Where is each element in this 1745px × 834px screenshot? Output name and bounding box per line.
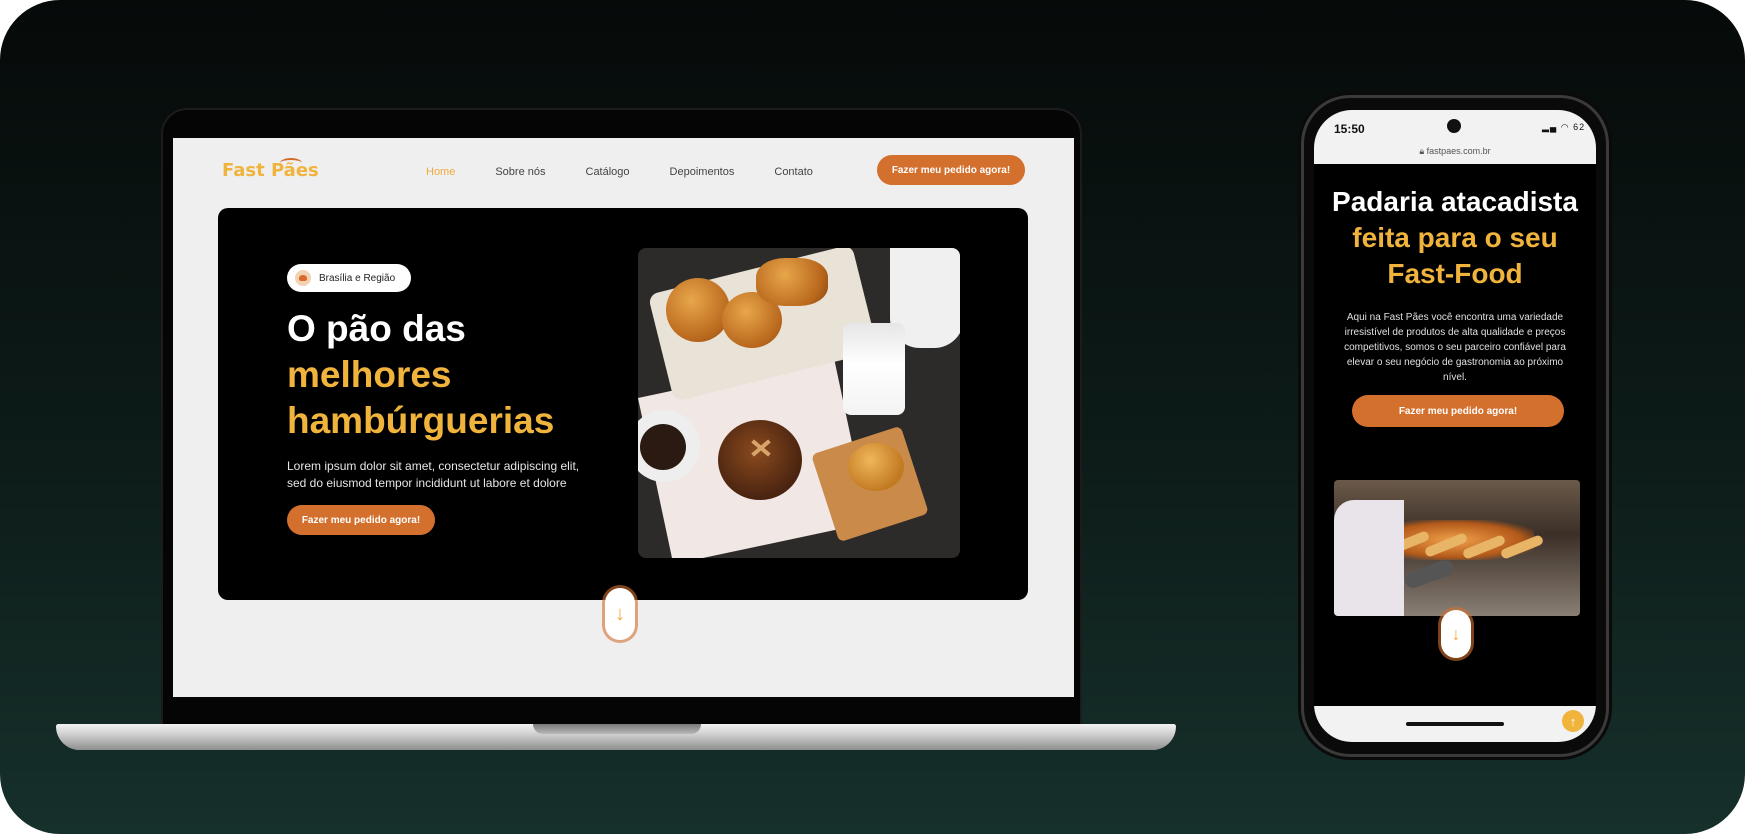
bread-photo: [638, 248, 960, 558]
desktop-site: Fast Pães Home Sobre nós Catálogo Depoim…: [173, 138, 1074, 697]
desktop-navbar: Fast Pães Home Sobre nós Catálogo Depoim…: [173, 138, 1074, 202]
mockup-background: Fast Pães Home Sobre nós Catálogo Depoim…: [0, 0, 1745, 834]
mobile-order-button[interactable]: Fazer meu pedido agora!: [1352, 395, 1564, 427]
coffee-shape: [640, 424, 686, 470]
wrapped-bun-shape: [848, 443, 904, 491]
logo[interactable]: Fast Pães: [222, 158, 319, 181]
mobile-title-line2: feita para o seu: [1352, 222, 1558, 253]
milk-glass-shape: [843, 323, 905, 415]
back-to-top-button[interactable]: ↑: [1562, 710, 1584, 732]
hero-order-button[interactable]: Fazer meu pedido agora!: [287, 505, 435, 535]
baker-shape: [1334, 500, 1404, 616]
arrow-up-icon: ↑: [1569, 713, 1577, 729]
arrow-down-icon: ↓: [615, 602, 625, 625]
mobile-hero-description: Aqui na Fast Pães você encontra uma vari…: [1344, 312, 1566, 383]
oven-photo: [1334, 480, 1580, 616]
dark-bun-shape: [718, 420, 802, 500]
nav-links: Home Sobre nós Catálogo Depoimentos Cont…: [426, 166, 853, 178]
location-badge: Brasília e Região: [287, 264, 412, 292]
status-bar: 15:50 ▂▄ ◠ 62: [1314, 110, 1596, 144]
front-camera-icon: [1447, 119, 1461, 133]
hero-title-line3: hambúrguerias: [287, 400, 555, 441]
nav-sobre[interactable]: Sobre nós: [495, 166, 545, 178]
nav-depoimentos[interactable]: Depoimentos: [670, 166, 735, 178]
nav-catalogo[interactable]: Catálogo: [586, 166, 630, 178]
logo-text: Fast Pães: [222, 160, 319, 181]
mobile-bottom-bar: ↑: [1314, 706, 1596, 742]
bread-icon: [295, 270, 311, 286]
nav-order-button[interactable]: Fazer meu pedido agora!: [877, 155, 1025, 185]
nav-contato[interactable]: Contato: [774, 166, 813, 178]
signal-wifi-battery-icon: ▂▄ ◠ 62: [1542, 122, 1586, 132]
bun-shape: [666, 278, 730, 342]
arrow-down-icon: ↓: [1451, 623, 1461, 644]
hero-title-line1: O pão das: [287, 308, 466, 349]
mobile-scroll-down-button[interactable]: ↓: [1441, 610, 1471, 658]
laptop-notch: [533, 724, 701, 734]
home-indicator[interactable]: [1406, 722, 1504, 726]
url-text: fastpaes.com.br: [1426, 146, 1491, 156]
mobile-title-line1: Padaria atacadista: [1332, 186, 1578, 217]
lock-icon: 🔒︎: [1419, 146, 1425, 156]
status-time: 15:50: [1334, 122, 1365, 136]
location-label: Brasília e Região: [319, 272, 396, 284]
nav-home[interactable]: Home: [426, 166, 455, 178]
mobile-hero-title: Padaria atacadista feita para o seu Fast…: [1314, 184, 1596, 292]
hero-description: Lorem ipsum dolor sit amet, consectetur …: [287, 459, 580, 490]
mobile-title-line3: Fast-Food: [1387, 258, 1523, 289]
mobile-site: 15:50 ▂▄ ◠ 62 🔒︎ fastpaes.com.br Padaria…: [1314, 110, 1596, 742]
hero-title: O pão das melhores hambúrguerias: [287, 306, 607, 444]
url-bar[interactable]: 🔒︎ fastpaes.com.br: [1314, 144, 1596, 164]
glove-shape: [1402, 557, 1456, 591]
scroll-down-button[interactable]: ↓: [605, 588, 635, 640]
hero-title-line2: melhores: [287, 354, 452, 395]
logo-swoosh-icon: [280, 158, 302, 168]
hero-section: Brasília e Região O pão das melhores ham…: [218, 208, 1028, 640]
bun-shape: [756, 258, 828, 306]
